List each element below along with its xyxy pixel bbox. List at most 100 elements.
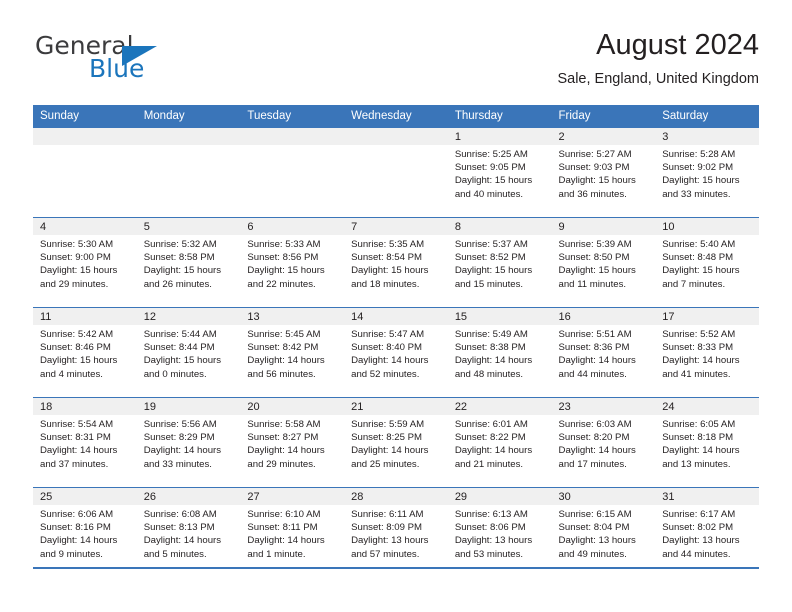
calendar-day-cell[interactable]: 27 Sunrise: 6:10 AM Sunset: 8:11 PM Dayligh…	[240, 487, 345, 577]
sunset-text: Sunset: 8:48 PM	[662, 252, 734, 264]
calendar-day-cell[interactable]: 21 Sunrise: 5:59 AM Sunset: 8:25 PM Dayligh…	[344, 397, 448, 488]
weekday-header-monday: Monday	[136, 105, 241, 128]
calendar-week-row: 4 Sunrise: 5:30 AM Sunset: 9:00 PM Daylight…	[33, 217, 759, 308]
daylight-text: and 44 minutes.	[558, 368, 627, 380]
sunrise-text: Sunrise: 6:17 AM	[662, 509, 736, 520]
daylight-text: and 44 minutes.	[662, 548, 731, 560]
sunset-text: Sunset: 8:13 PM	[143, 522, 215, 534]
daylight-text: Daylight: 14 hours	[143, 445, 222, 457]
calendar-day-cell[interactable]: 30 Sunrise: 6:15 AM Sunset: 8:04 PM Dayligh…	[551, 487, 656, 577]
calendar-day-cell[interactable]: 15 Sunrise: 5:49 AM Sunset: 8:38 PM Dayligh…	[447, 307, 552, 398]
day-number: 25	[33, 488, 137, 505]
day-cell-inner: 4 Sunrise: 5:30 AM Sunset: 9:00 PM Daylight…	[33, 218, 137, 307]
daylight-text: and 57 minutes.	[351, 548, 420, 560]
calendar-day-cell[interactable]: 1 Sunrise: 5:25 AM Sunset: 9:05 PM Daylight…	[447, 127, 552, 218]
sunrise-text: Sunrise: 5:27 AM	[558, 149, 632, 160]
day-number: 10	[655, 218, 759, 235]
day-cell-inner: 24 Sunrise: 6:05 AM Sunset: 8:18 PM Dayligh…	[655, 398, 759, 487]
calendar-day-cell[interactable]: 18 Sunrise: 5:54 AM Sunset: 8:31 PM Dayligh…	[33, 397, 137, 488]
calendar-day-cell[interactable]: 25 Sunrise: 6:06 AM Sunset: 8:16 PM Dayligh…	[33, 487, 137, 577]
day-cell-inner	[344, 128, 448, 217]
calendar-day-cell[interactable]: 16 Sunrise: 5:51 AM Sunset: 8:36 PM Dayligh…	[551, 307, 656, 398]
day-cell-inner: 26 Sunrise: 6:08 AM Sunset: 8:13 PM Dayligh…	[136, 488, 241, 577]
daylight-text: and 4 minutes.	[40, 368, 103, 380]
daylight-text: Daylight: 15 hours	[662, 265, 740, 277]
calendar-day-cell[interactable]: 23 Sunrise: 6:03 AM Sunset: 8:20 PM Dayligh…	[551, 397, 656, 488]
sunrise-text: Sunrise: 5:58 AM	[247, 419, 321, 430]
daylight-text: Daylight: 14 hours	[351, 355, 429, 367]
daylight-text: Daylight: 14 hours	[351, 445, 429, 457]
calendar-week-row: 25 Sunrise: 6:06 AM Sunset: 8:16 PM Dayligh…	[33, 487, 759, 577]
day-cell-inner: 9 Sunrise: 5:39 AM Sunset: 8:50 PM Daylight…	[551, 218, 656, 307]
calendar-day-cell[interactable]: 31 Sunrise: 6:17 AM Sunset: 8:02 PM Dayligh…	[655, 487, 759, 577]
calendar-day-cell[interactable]: 9 Sunrise: 5:39 AM Sunset: 8:50 PM Daylight…	[551, 217, 656, 308]
day-cell-inner: 21 Sunrise: 5:59 AM Sunset: 8:25 PM Dayligh…	[344, 398, 448, 487]
calendar-day-cell[interactable]: 20 Sunrise: 5:58 AM Sunset: 8:27 PM Dayligh…	[240, 397, 345, 488]
calendar-day-cell[interactable]: 3 Sunrise: 5:28 AM Sunset: 9:02 PM Daylight…	[655, 127, 759, 218]
day-cell-inner	[33, 128, 137, 217]
calendar-day-cell[interactable]: 24 Sunrise: 6:05 AM Sunset: 8:18 PM Dayligh…	[655, 397, 759, 488]
sunrise-text: Sunrise: 6:13 AM	[454, 509, 528, 520]
daylight-text: Daylight: 15 hours	[40, 265, 118, 277]
calendar-day-cell[interactable]: 4 Sunrise: 5:30 AM Sunset: 9:00 PM Daylight…	[33, 217, 137, 308]
calendar-day-cell[interactable]: 5 Sunrise: 5:32 AM Sunset: 8:58 PM Daylight…	[136, 217, 241, 308]
calendar-day-cell[interactable]: 22 Sunrise: 6:01 AM Sunset: 8:22 PM Dayligh…	[447, 397, 552, 488]
day-details	[240, 145, 344, 148]
day-details: Sunrise: 5:59 AM Sunset: 8:25 PM Daylight:…	[344, 415, 448, 471]
daylight-text: Daylight: 14 hours	[558, 445, 636, 457]
calendar-day-cell[interactable]: 28 Sunrise: 6:11 AM Sunset: 8:09 PM Dayligh…	[344, 487, 448, 577]
brand-name-blue: Blue	[89, 54, 145, 83]
daylight-text: and 1 minute.	[247, 548, 306, 560]
calendar-day-cell[interactable]: 29 Sunrise: 6:13 AM Sunset: 8:06 PM Dayligh…	[447, 487, 552, 577]
day-number: 15	[447, 308, 552, 325]
day-details: Sunrise: 6:03 AM Sunset: 8:20 PM Daylight:…	[552, 415, 656, 471]
daylight-text: and 13 minutes.	[662, 458, 731, 470]
calendar-day-cell[interactable]: 14 Sunrise: 5:47 AM Sunset: 8:40 PM Dayligh…	[344, 307, 448, 398]
sunset-text: Sunset: 8:09 PM	[351, 522, 423, 534]
calendar-day-cell[interactable]: 19 Sunrise: 5:56 AM Sunset: 8:29 PM Dayligh…	[136, 397, 241, 488]
calendar-day-cell[interactable]: 26 Sunrise: 6:08 AM Sunset: 8:13 PM Dayligh…	[136, 487, 241, 577]
day-details	[137, 145, 241, 148]
sunset-text: Sunset: 8:42 PM	[247, 342, 319, 354]
calendar-day-cell[interactable]: 8 Sunrise: 5:37 AM Sunset: 8:52 PM Daylight…	[447, 217, 552, 308]
calendar-day-cell[interactable]: 7 Sunrise: 5:35 AM Sunset: 8:54 PM Daylight…	[344, 217, 448, 308]
day-details: Sunrise: 5:45 AM Sunset: 8:42 PM Daylight:…	[240, 325, 344, 381]
daylight-text: and 53 minutes.	[454, 548, 524, 560]
day-cell-inner: 5 Sunrise: 5:32 AM Sunset: 8:58 PM Daylight…	[136, 218, 241, 307]
calendar-bottom-rule	[33, 567, 759, 569]
calendar-day-cell[interactable]: 17 Sunrise: 5:52 AM Sunset: 8:33 PM Dayligh…	[655, 307, 759, 398]
sunset-text: Sunset: 9:05 PM	[454, 162, 526, 174]
sunset-text: Sunset: 8:31 PM	[40, 432, 111, 444]
daylight-text: and 52 minutes.	[351, 368, 420, 380]
daylight-text: Daylight: 15 hours	[247, 265, 325, 277]
day-number: 12	[136, 308, 241, 325]
sunrise-text: Sunrise: 5:52 AM	[662, 329, 736, 340]
day-details: Sunrise: 5:39 AM Sunset: 8:50 PM Daylight:…	[552, 235, 656, 291]
daylight-text: and 56 minutes.	[247, 368, 316, 380]
day-cell-inner: 19 Sunrise: 5:56 AM Sunset: 8:29 PM Dayligh…	[136, 398, 241, 487]
sunrise-text: Sunrise: 5:37 AM	[454, 239, 528, 250]
calendar-day-cell[interactable]: 10 Sunrise: 5:40 AM Sunset: 8:48 PM Dayligh…	[655, 217, 759, 308]
daylight-text: and 11 minutes.	[558, 278, 627, 290]
daylight-text: and 33 minutes.	[662, 188, 731, 200]
day-number	[33, 128, 137, 145]
day-details: Sunrise: 5:25 AM Sunset: 9:05 PM Daylight:…	[448, 145, 552, 201]
daylight-text: and 22 minutes.	[247, 278, 316, 290]
day-number: 20	[240, 398, 345, 415]
brand-logo[interactable]: General Blue	[33, 32, 253, 94]
sunset-text: Sunset: 8:18 PM	[662, 432, 734, 444]
calendar-week-row: 1 Sunrise: 5:25 AM Sunset: 9:05 PM Daylight…	[33, 127, 759, 218]
calendar-day-cell[interactable]: 2 Sunrise: 5:27 AM Sunset: 9:03 PM Daylight…	[551, 127, 656, 218]
calendar-day-cell[interactable]: 11 Sunrise: 5:42 AM Sunset: 8:46 PM Dayligh…	[33, 307, 137, 398]
day-number: 14	[344, 308, 448, 325]
day-details: Sunrise: 5:56 AM Sunset: 8:29 PM Daylight:…	[137, 415, 241, 471]
day-cell-inner: 22 Sunrise: 6:01 AM Sunset: 8:22 PM Dayligh…	[447, 398, 552, 487]
day-details: Sunrise: 5:49 AM Sunset: 8:38 PM Daylight:…	[448, 325, 552, 381]
day-number: 13	[240, 308, 345, 325]
sunset-text: Sunset: 8:58 PM	[143, 252, 215, 264]
calendar-day-cell[interactable]: 6 Sunrise: 5:33 AM Sunset: 8:56 PM Daylight…	[240, 217, 345, 308]
daylight-text: Daylight: 15 hours	[143, 355, 222, 367]
day-cell-inner: 25 Sunrise: 6:06 AM Sunset: 8:16 PM Dayligh…	[33, 488, 137, 577]
calendar-day-cell[interactable]: 13 Sunrise: 5:45 AM Sunset: 8:42 PM Dayligh…	[240, 307, 345, 398]
calendar-day-cell[interactable]: 12 Sunrise: 5:44 AM Sunset: 8:44 PM Dayligh…	[136, 307, 241, 398]
